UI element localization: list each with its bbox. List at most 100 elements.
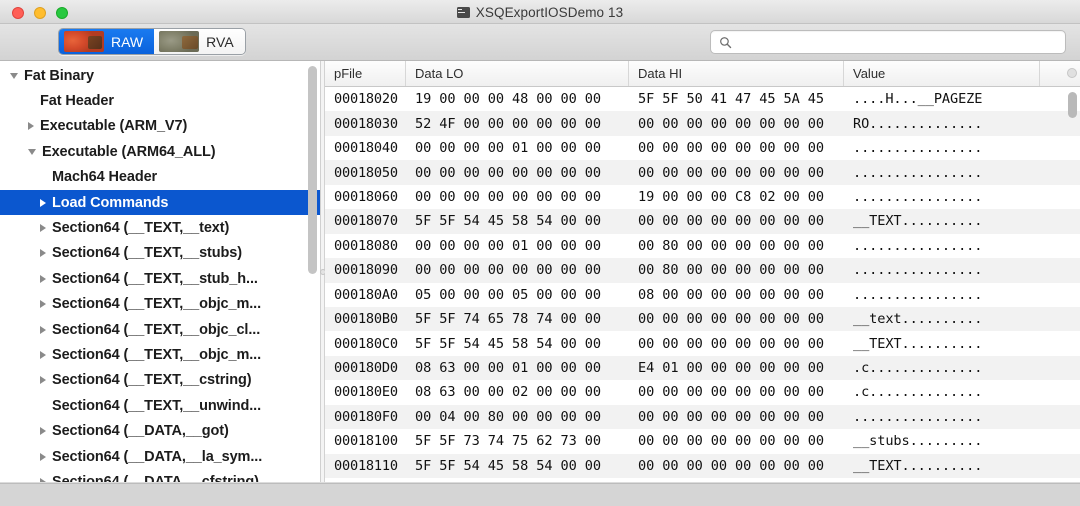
chevron-right-icon[interactable]	[40, 427, 46, 436]
sidebar-item[interactable]: Executable (ARM64_ALL)	[0, 139, 320, 164]
data-hi-cell: 19 00 00 00 C8 02 00 00	[638, 188, 824, 205]
title-bar: XSQExportIOSDemo 13	[0, 0, 1080, 24]
chevron-right-icon[interactable]	[40, 198, 46, 207]
sidebar-item[interactable]: Executable (ARM_V7)	[0, 114, 320, 139]
sidebar-item[interactable]: Fat Header	[0, 88, 320, 113]
sidebar-item[interactable]: Section64 (__TEXT,__objc_m...	[0, 292, 320, 317]
column-header-pfile[interactable]: pFile	[325, 61, 406, 86]
sidebar-item[interactable]: Section64 (__DATA,__got)	[0, 418, 320, 443]
column-header-value[interactable]: Value	[844, 61, 1040, 86]
chevron-down-icon[interactable]	[10, 72, 18, 79]
hex-table-row[interactable]: 000180B0 5F 5F 74 65 78 74 00 00 00 00 00 …	[325, 306, 1080, 332]
data-hi-cell: 00 00 00 00 00 00 00 00	[638, 457, 824, 474]
pfile-cell: 00018110	[334, 457, 398, 474]
value-cell: __stubs.........	[853, 433, 983, 450]
hex-table-row[interactable]: 00018080 00 00 00 00 01 00 00 00 00 80 00 …	[325, 233, 1080, 259]
data-hi-cell: 5F 5F 50 41 47 45 5A 45	[638, 91, 824, 108]
segment-rva[interactable]: RVA	[154, 29, 245, 54]
main-split-view: Fat Binary Fat Header Executable (ARM_V7) E…	[0, 61, 1080, 483]
sidebar-item[interactable]: Load Commands	[0, 189, 320, 216]
sidebar-item-label: Section64 (__TEXT,__stub_h...	[52, 270, 258, 287]
close-window-button[interactable]	[12, 7, 24, 19]
value-cell: ................	[853, 408, 983, 425]
pfile-cell: 00018070	[334, 213, 398, 230]
hex-table-row[interactable]: 00018060 00 00 00 00 00 00 00 00 19 00 00 …	[325, 184, 1080, 210]
hex-scrollbar-thumb[interactable]	[1067, 92, 1077, 118]
hex-table-row[interactable]: 00018090 00 00 00 00 00 00 00 00 00 80 00 …	[325, 258, 1080, 283]
desktop-background	[0, 484, 1080, 506]
chevron-right-icon[interactable]	[40, 274, 46, 283]
title-group: XSQExportIOSDemo 13	[0, 0, 1080, 24]
rva-thumbnail-icon	[159, 31, 200, 52]
chevron-down-icon[interactable]	[28, 148, 36, 155]
hex-table-row[interactable]: 000180C0 5F 5F 54 45 58 54 00 00 00 00 00 …	[325, 331, 1080, 356]
pfile-cell: 000180F0	[334, 408, 398, 425]
pfile-cell: 000180D0	[334, 360, 398, 377]
chevron-right-icon[interactable]	[40, 376, 46, 385]
data-lo-cell: 5F 5F 54 45 58 54 00 00	[415, 457, 601, 474]
chevron-right-icon[interactable]	[40, 350, 46, 359]
hex-table-row[interactable]: 000180F0 00 04 00 80 00 00 00 00 00 00 00 …	[325, 404, 1080, 430]
chevron-right-icon[interactable]	[40, 452, 46, 461]
chevron-right-icon[interactable]	[28, 122, 34, 131]
minimize-window-button[interactable]	[34, 7, 46, 19]
data-hi-cell: 00 00 00 00 00 00 00 00	[638, 140, 824, 157]
pfile-cell: 00018030	[334, 115, 398, 132]
sidebar-item-label: Section64 (__TEXT,__objc_m...	[52, 296, 262, 313]
pfile-cell: 000180E0	[334, 384, 398, 401]
segment-raw-label: RAW	[111, 33, 144, 50]
value-cell: ....H...__PAGEZE	[853, 91, 983, 108]
sidebar-item[interactable]: Section64 (__TEXT,__text)	[0, 215, 320, 240]
data-lo-cell: 52 4F 00 00 00 00 00 00	[415, 115, 601, 132]
chevron-right-icon[interactable]	[40, 224, 46, 233]
hex-table-row[interactable]: 00018030 52 4F 00 00 00 00 00 00 00 00 00 …	[325, 111, 1080, 136]
hex-table-row[interactable]: 00018100 5F 5F 73 74 75 62 73 00 00 00 00 …	[325, 429, 1080, 454]
segment-raw[interactable]: RAW	[59, 29, 155, 54]
pfile-cell: 000180C0	[334, 335, 398, 352]
segment-rva-label: RVA	[206, 33, 234, 50]
hex-table-row[interactable]: 000180A0 05 00 00 00 05 00 00 00 08 00 00 …	[325, 282, 1080, 307]
sidebar-item[interactable]: Fat Binary	[0, 63, 320, 88]
search-input[interactable]	[738, 31, 1057, 53]
maximize-window-button[interactable]	[56, 7, 68, 19]
hex-table-body: 00018020 19 00 00 00 48 00 00 00 5F 5F 50 …	[325, 87, 1080, 483]
sidebar-item[interactable]: Section64 (__TEXT,__objc_m...	[0, 342, 320, 367]
search-field[interactable]	[710, 30, 1066, 54]
sidebar-item[interactable]: Mach64 Header	[0, 165, 320, 190]
sidebar-scrollbar[interactable]	[307, 63, 318, 481]
hex-table-row[interactable]: 000180D0 08 63 00 00 01 00 00 00 E4 01 00 …	[325, 355, 1080, 381]
scroll-corner-button[interactable]	[1067, 68, 1077, 78]
value-cell: ................	[853, 237, 983, 254]
hex-table-row[interactable]: 00018040 00 00 00 00 01 00 00 00 00 00 00 …	[325, 135, 1080, 161]
pfile-cell: 000180A0	[334, 286, 398, 303]
sidebar-item[interactable]: Section64 (__DATA,__cfstring)	[0, 469, 320, 483]
column-header-data-hi[interactable]: Data HI	[629, 61, 844, 86]
sidebar-item[interactable]: Section64 (__TEXT,__unwind...	[0, 393, 320, 418]
sidebar-item[interactable]: Section64 (__TEXT,__objc_cl...	[0, 317, 320, 342]
chevron-right-icon[interactable]	[40, 325, 46, 334]
hex-table-row[interactable]: 00018020 19 00 00 00 48 00 00 00 5F 5F 50 …	[325, 87, 1080, 112]
sidebar-item[interactable]: Section64 (__DATA,__la_sym...	[0, 444, 320, 469]
data-hi-cell: 00 80 00 00 00 00 00 00	[638, 237, 824, 254]
sidebar-item[interactable]: Section64 (__TEXT,__cstring)	[0, 368, 320, 393]
hex-table-row[interactable]: 00018070 5F 5F 54 45 58 54 00 00 00 00 00 …	[325, 209, 1080, 234]
hex-table-row[interactable]: 000180E0 08 63 00 00 02 00 00 00 00 00 00 …	[325, 380, 1080, 405]
column-header-data-lo[interactable]: Data LO	[406, 61, 629, 86]
address-mode-segmented-control[interactable]: RAW RVA	[58, 28, 246, 55]
chevron-right-icon[interactable]	[40, 300, 46, 309]
hex-scrollbar[interactable]	[1066, 88, 1078, 483]
hex-table-row[interactable]: 00018050 00 00 00 00 00 00 00 00 00 00 00 …	[325, 160, 1080, 185]
sidebar-item[interactable]: Section64 (__TEXT,__stubs)	[0, 241, 320, 266]
pfile-cell: 00018050	[334, 164, 398, 181]
binary-structure-sidebar[interactable]: Fat Binary Fat Header Executable (ARM_V7) E…	[0, 61, 321, 483]
hex-table-row[interactable]: 00018110 5F 5F 54 45 58 54 00 00 00 00 00 …	[325, 453, 1080, 478]
value-cell: __TEXT..........	[853, 213, 983, 230]
sidebar-item[interactable]: Section64 (__TEXT,__stub_h...	[0, 266, 320, 291]
data-lo-cell: 08 63 00 00 01 00 00 00	[415, 360, 601, 377]
chevron-right-icon[interactable]	[40, 249, 46, 258]
sidebar-scrollbar-thumb[interactable]	[308, 66, 317, 274]
pfile-cell: 00018090	[334, 262, 398, 279]
data-lo-cell: 00 00 00 00 00 00 00 00	[415, 262, 601, 279]
data-hi-cell: E4 01 00 00 00 00 00 00	[638, 360, 824, 377]
value-cell: __text..........	[853, 311, 983, 328]
